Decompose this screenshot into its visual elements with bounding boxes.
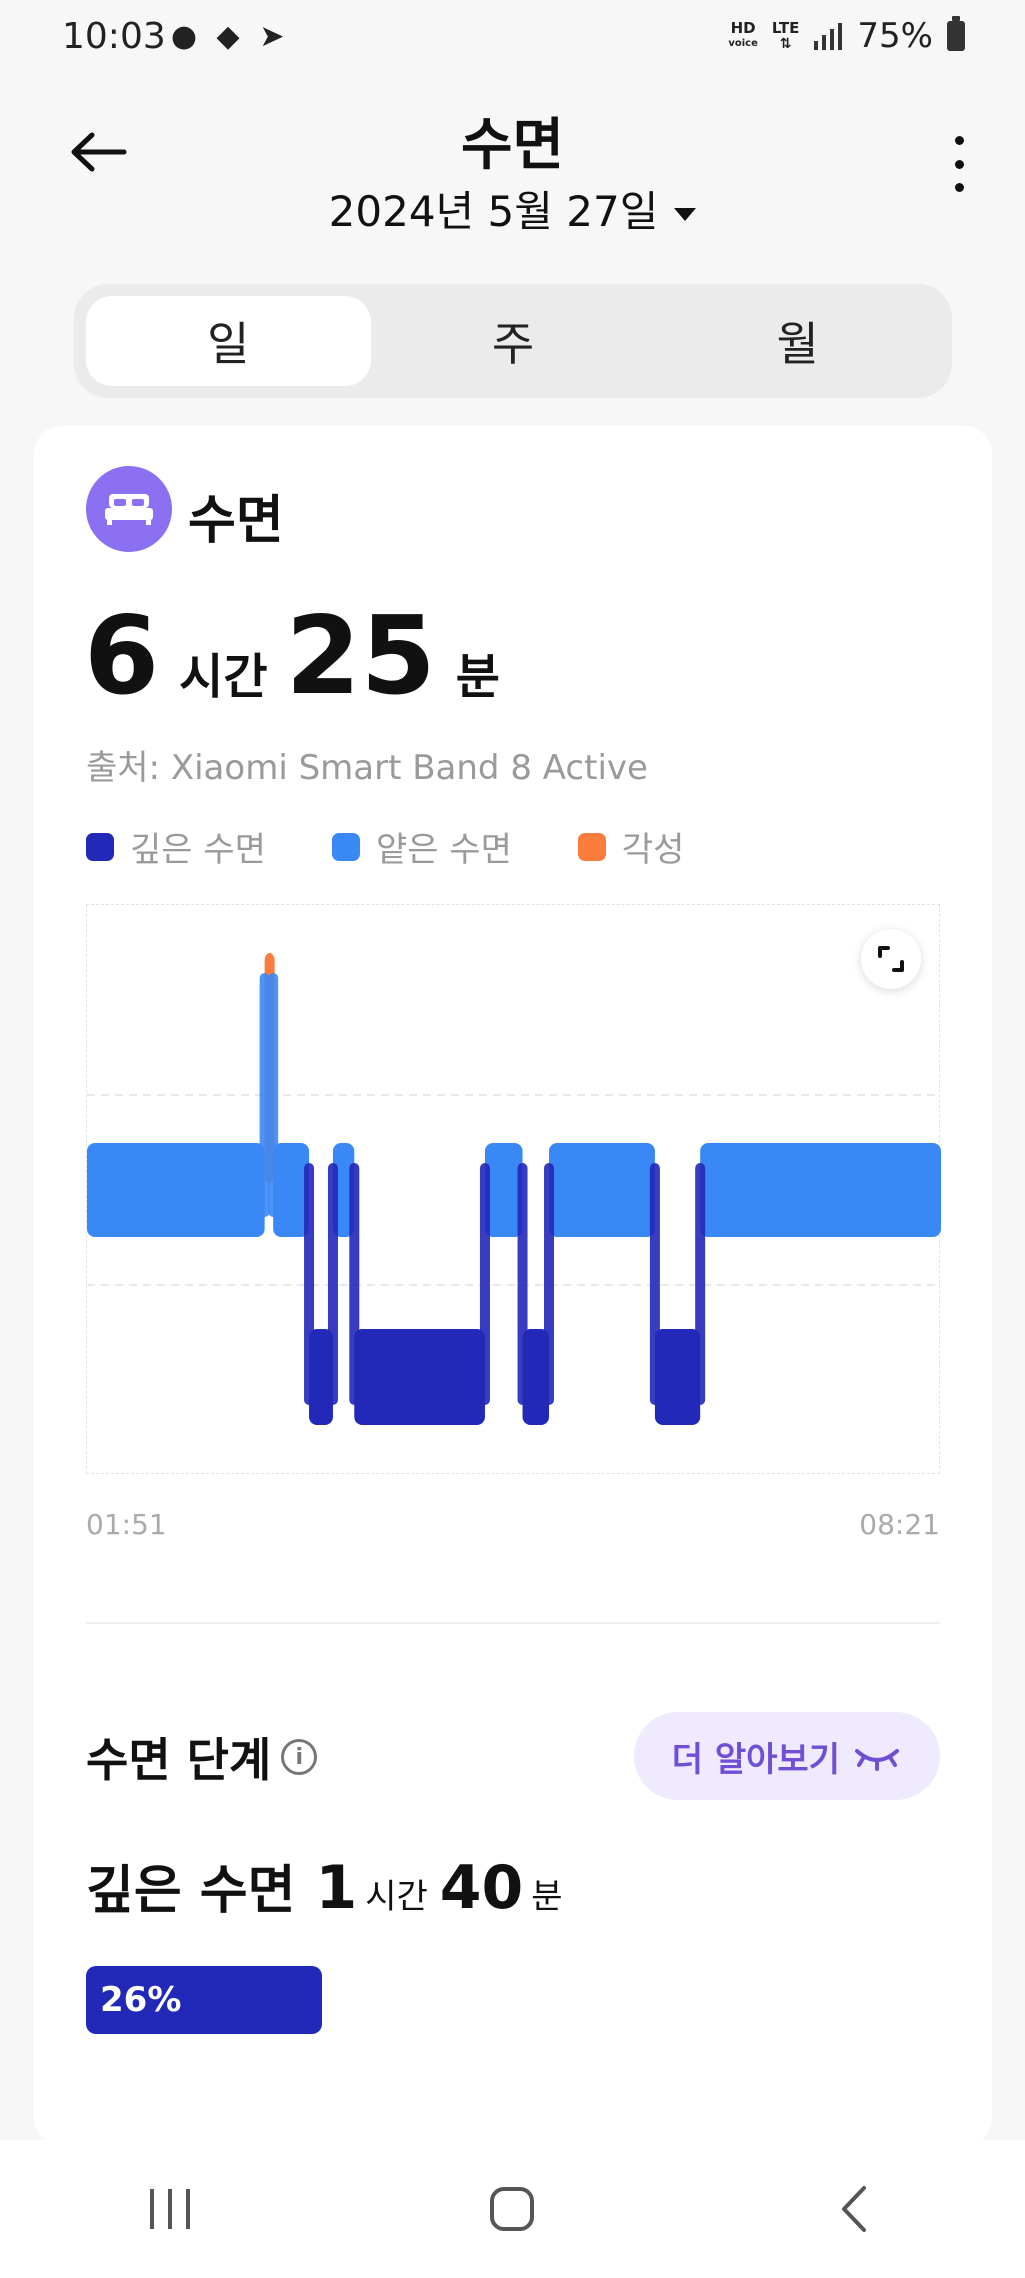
battery-percent: 75% bbox=[857, 16, 933, 56]
closed-eye-icon bbox=[855, 1749, 899, 1771]
data-source: 출처: Xiaomi Smart Band 8 Active bbox=[86, 748, 648, 788]
deep-sleep-label: 깊은 수면 bbox=[86, 1861, 296, 1921]
legend-swatch-deep bbox=[86, 832, 114, 861]
legend-light: 얕은 수면 bbox=[331, 822, 512, 871]
deep-sleep-summary: 깊은 수면 1 시간 40 분 bbox=[86, 1848, 575, 1923]
more-vert-icon bbox=[954, 136, 964, 145]
duration-hours-unit: 시간 bbox=[179, 649, 268, 705]
tab-week[interactable]: 주 bbox=[371, 296, 656, 386]
sleep-segment-10 bbox=[700, 1143, 941, 1237]
system-nav-bar bbox=[0, 2140, 1025, 2278]
expand-icon bbox=[878, 946, 904, 972]
legend-awake: 각성 bbox=[577, 822, 684, 871]
sleep-stage-chart[interactable] bbox=[86, 904, 941, 1474]
date-selector[interactable]: 2024년 5월 27일 bbox=[0, 178, 1025, 239]
sleep-card: 수면 6 시간 25 분 출처: Xiaomi Smart Band 8 Act… bbox=[34, 426, 992, 2146]
legend-swatch-awake bbox=[577, 832, 606, 861]
recent-apps-button[interactable] bbox=[111, 2164, 231, 2254]
chart-legend: 깊은 수면 얕은 수면 각성 bbox=[86, 822, 750, 871]
duration-hours: 6 bbox=[84, 594, 160, 719]
bed-icon bbox=[86, 466, 172, 552]
sleep-segment-6 bbox=[484, 1143, 523, 1237]
sleep-transition-8 bbox=[544, 1163, 555, 1405]
deep-sleep-hours: 1 bbox=[315, 1853, 358, 1923]
chevron-left-icon bbox=[842, 2186, 867, 2232]
chart-start-time: 01:51 bbox=[86, 1508, 167, 1541]
app-notification-icon: ● bbox=[170, 19, 198, 54]
duration-minutes-unit: 분 bbox=[455, 649, 500, 705]
sleep-segment-8 bbox=[549, 1143, 655, 1237]
sleep-transition-4 bbox=[327, 1163, 338, 1405]
legend-deep: 깊은 수면 bbox=[86, 822, 266, 871]
chart-end-time: 08:21 bbox=[859, 1508, 940, 1541]
sleep-transition-10 bbox=[695, 1163, 706, 1405]
status-time: 10:03 bbox=[62, 16, 166, 57]
expand-chart-button[interactable] bbox=[861, 929, 921, 989]
home-icon bbox=[490, 2187, 535, 2231]
sleep-segment-9 bbox=[654, 1329, 701, 1425]
legend-swatch-light bbox=[331, 832, 360, 861]
status-bar: 10:03 ● ◆ ➤ HD voice LTE ⇅ 75% bbox=[0, 0, 1025, 80]
lte-icon: LTE ⇅ bbox=[771, 19, 800, 52]
sleep-segment-0 bbox=[87, 1143, 265, 1237]
sleep-segment-5 bbox=[354, 1329, 485, 1425]
divider bbox=[86, 1622, 940, 1624]
battery-icon bbox=[947, 16, 965, 51]
sleep-transition-5 bbox=[349, 1163, 360, 1405]
deep-sleep-minutes: 40 bbox=[439, 1853, 524, 1923]
sleep-transition-7 bbox=[517, 1163, 528, 1405]
status-right: HD voice LTE ⇅ 75% bbox=[728, 16, 965, 56]
learn-more-button[interactable]: 더 알아보기 bbox=[633, 1712, 940, 1800]
telegram-icon: ➤ bbox=[259, 19, 285, 54]
sleep-transition-6 bbox=[479, 1163, 490, 1405]
recent-apps-icon bbox=[149, 2189, 190, 2229]
deep-sleep-percent-bar: 26% bbox=[86, 1966, 322, 2034]
card-title: 수면 bbox=[188, 491, 284, 551]
signal-icon bbox=[814, 23, 843, 50]
duration-minutes: 25 bbox=[285, 594, 436, 719]
sleep-stages-title: 수면 단계 i bbox=[86, 1724, 318, 1790]
sleep-transition-9 bbox=[649, 1163, 660, 1405]
sleep-chart-svg bbox=[87, 953, 941, 1425]
tab-month[interactable]: 월 bbox=[655, 296, 940, 386]
sleep-segment-2 bbox=[273, 1143, 310, 1237]
sleep-transition-2 bbox=[268, 973, 279, 1217]
period-tabs: 일 주 월 bbox=[74, 284, 952, 398]
tab-day[interactable]: 일 bbox=[86, 296, 371, 386]
back-nav-button[interactable] bbox=[794, 2164, 914, 2254]
hd-voice-icon: HD voice bbox=[728, 19, 758, 49]
chat-notification-icon: ◆ bbox=[216, 19, 240, 54]
sleep-transition-1 bbox=[259, 973, 270, 1217]
caret-down-icon bbox=[674, 208, 697, 221]
page-title: 수면 bbox=[460, 113, 565, 178]
sleep-screen: 10:03 ● ◆ ➤ HD voice LTE ⇅ 75% 수면 2024년 … bbox=[0, 0, 1025, 2278]
sleep-duration: 6 시간 25 분 bbox=[84, 602, 518, 712]
notification-icons: ● ◆ ➤ bbox=[166, 20, 290, 54]
home-button[interactable] bbox=[452, 2164, 572, 2254]
more-options-button[interactable] bbox=[939, 136, 979, 192]
date-label: 2024년 5월 27일 bbox=[328, 187, 659, 236]
info-icon[interactable]: i bbox=[281, 1739, 318, 1775]
deep-sleep-percent: 26% bbox=[100, 1980, 182, 2020]
sleep-transition-3 bbox=[304, 1163, 315, 1405]
